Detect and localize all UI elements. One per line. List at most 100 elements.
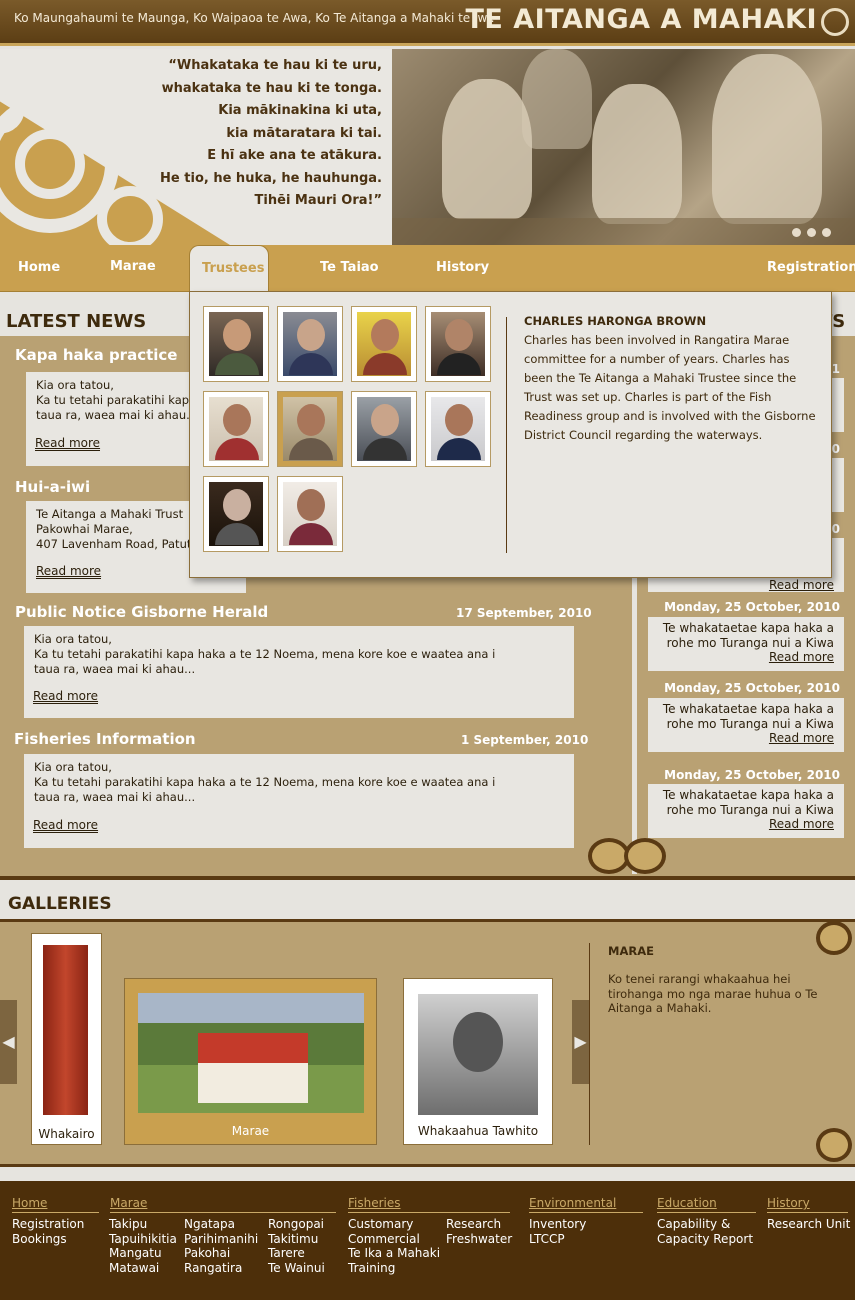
footer-link[interactable]: Registration: [12, 1217, 84, 1232]
site-brand-logo[interactable]: TE AITANGA A MAHAKI: [466, 4, 818, 35]
news-line: Ka tu tetahi parakatihi kapa haka a te 1…: [34, 775, 496, 789]
footer-link[interactable]: Tapuihikitia: [109, 1232, 177, 1247]
footer-heading-environmental[interactable]: Environmental: [529, 1196, 643, 1213]
nav-trustees-label: Trustees: [202, 261, 265, 276]
koru-logo-icon: [821, 8, 849, 36]
footer-link[interactable]: Research: [446, 1217, 512, 1232]
gallery-caption: Whakaahua Tawhito: [417, 1124, 539, 1138]
event-date: Monday, 25 October, 2010: [664, 768, 840, 782]
footer-link[interactable]: Capability &: [657, 1217, 753, 1232]
whakaahua-image: [418, 994, 538, 1115]
koru-ornament-icon: [816, 921, 852, 955]
trustee-thumb[interactable]: [351, 391, 417, 467]
hero-photo: [392, 49, 855, 245]
slide-dot[interactable]: [807, 228, 816, 237]
trustee-thumb[interactable]: [203, 476, 269, 552]
nav-history[interactable]: History: [436, 260, 489, 275]
footer-link[interactable]: Ngatapa: [184, 1217, 258, 1232]
dropdown-divider: [506, 317, 507, 553]
event-text: Te whakataetae kapa haka a: [662, 788, 834, 802]
footer-link[interactable]: Customary: [348, 1217, 440, 1232]
footer-link[interactable]: LTCCP: [529, 1232, 586, 1247]
footer-heading-fisheries[interactable]: Fisheries: [348, 1196, 510, 1213]
gallery-caption: Marae: [231, 1124, 270, 1138]
news-title[interactable]: Public Notice Gisborne Herald: [15, 603, 268, 621]
footer-link[interactable]: Tarere: [268, 1246, 325, 1261]
footer-link[interactable]: Rongopai: [268, 1217, 325, 1232]
footer-link[interactable]: Matawai: [109, 1261, 177, 1276]
read-more-link[interactable]: Read more: [658, 650, 834, 665]
trustee-thumb[interactable]: [203, 391, 269, 467]
footer-link[interactable]: Takipu: [109, 1217, 177, 1232]
read-more-link[interactable]: Read more: [33, 818, 99, 833]
slideshow-dots: [792, 228, 831, 237]
footer-heading-marae[interactable]: Marae: [110, 1196, 336, 1213]
karakia-quote: “Whakataka te hau ki te uru, whakataka t…: [160, 55, 382, 213]
footer-link[interactable]: Takitimu: [268, 1232, 325, 1247]
footer-link[interactable]: Mangatu: [109, 1246, 177, 1261]
footer-link[interactable]: Training: [348, 1261, 440, 1276]
event-text: Te whakataetae kapa haka a: [662, 702, 834, 716]
gallery-card-selected[interactable]: Marae: [124, 978, 377, 1145]
footer-link[interactable]: Parihimanihi: [184, 1232, 258, 1247]
news-title[interactable]: Hui-a-iwi: [15, 478, 90, 496]
footer-heading-history[interactable]: History: [767, 1196, 848, 1213]
news-date: 17 September, 2010: [456, 606, 592, 620]
gallery-prev-icon[interactable]: ◀: [0, 1000, 17, 1084]
event-date: Monday, 25 October, 2010: [664, 681, 840, 695]
read-more-link[interactable]: Read more: [36, 564, 102, 579]
news-line: Ka tu tetahi parakatihi kapa haka a te 1…: [34, 647, 496, 661]
gallery-card[interactable]: Whakaahua Tawhito: [403, 978, 553, 1145]
footer-link[interactable]: Inventory: [529, 1217, 586, 1232]
read-more-link[interactable]: Read more: [35, 436, 101, 451]
slide-dot[interactable]: [822, 228, 831, 237]
slide-dot[interactable]: [792, 228, 801, 237]
footer-link[interactable]: Capacity Report: [657, 1232, 753, 1247]
hero-banner: “Whakataka te hau ki te uru, whakataka t…: [0, 49, 855, 245]
trustee-thumb[interactable]: [425, 306, 491, 382]
trustee-thumb[interactable]: [351, 306, 417, 382]
read-more-link[interactable]: Read more: [769, 578, 834, 593]
trustee-thumb[interactable]: [277, 306, 343, 382]
footer-links-home: Registration Bookings: [12, 1217, 84, 1246]
footer-heading-education[interactable]: Education: [657, 1196, 756, 1213]
event-box: Te whakataetae kapa haka a rohe mo Turan…: [648, 617, 844, 671]
read-more-link[interactable]: Read more: [658, 817, 834, 832]
gallery-card[interactable]: Whakairo: [31, 933, 102, 1145]
news-title[interactable]: Fisheries Information: [14, 730, 196, 748]
footer-heading-home[interactable]: Home: [12, 1196, 99, 1213]
trustee-thumb-selected[interactable]: [277, 391, 343, 467]
footer-link[interactable]: Commercial: [348, 1232, 440, 1247]
trustee-thumb[interactable]: [425, 391, 491, 467]
nav-trustees[interactable]: Trustees: [189, 245, 269, 293]
nav-te-taiao[interactable]: Te Taiao: [320, 260, 379, 275]
footer-link[interactable]: Rangatira: [184, 1261, 258, 1276]
latest-news-heading: LATEST NEWS: [6, 311, 147, 332]
read-more-link[interactable]: Read more: [33, 689, 99, 704]
footer-link[interactable]: Te Wainui: [268, 1261, 325, 1276]
footer-link[interactable]: Freshwater: [446, 1232, 512, 1247]
event-box: Te whakataetae kapa haka a rohe mo Turan…: [648, 784, 844, 838]
trustee-name: CHARLES HARONGA BROWN: [524, 314, 707, 328]
event-text: rohe mo Turanga nui a Kiwa: [666, 635, 834, 650]
news-line: taua ra, waea mai ki ahau...: [34, 790, 196, 804]
footer-link[interactable]: Bookings: [12, 1232, 84, 1247]
trustee-thumb[interactable]: [203, 306, 269, 382]
site-footer: Home Registration Bookings Marae Takipu …: [0, 1181, 855, 1300]
footer-link[interactable]: Pakohai: [184, 1246, 258, 1261]
footer-links-marae: Takipu Tapuihikitia Mangatu Matawai: [109, 1217, 177, 1275]
footer-link[interactable]: Te Ika a Mahaki: [348, 1246, 440, 1261]
koru-ornament-icon: [624, 838, 666, 874]
trustee-thumb[interactable]: [277, 476, 343, 552]
gallery-next-icon[interactable]: ▶: [572, 1000, 589, 1084]
quote-line: kia mātaratara ki tai.: [226, 125, 382, 141]
news-title[interactable]: Kapa haka practice: [15, 346, 177, 364]
nav-registration[interactable]: Registration: [767, 260, 855, 275]
nav-home[interactable]: Home: [18, 260, 60, 275]
whakairo-image: [43, 945, 88, 1115]
footer-link[interactable]: Research Unit: [767, 1217, 850, 1232]
gallery-info-title: MARAE: [608, 944, 654, 958]
nav-marae[interactable]: Marae: [110, 259, 156, 274]
read-more-link[interactable]: Read more: [658, 731, 834, 746]
quote-line: He tio, he huka, he hauhunga.: [160, 170, 382, 186]
